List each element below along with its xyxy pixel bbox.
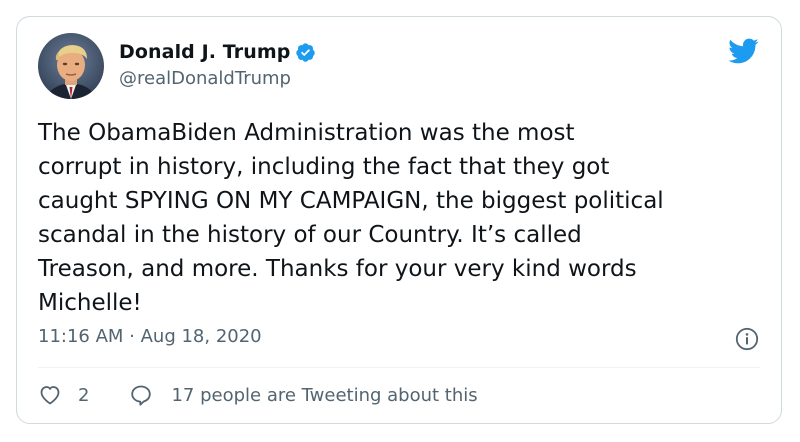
author-display-name[interactable]: Donald J. Trump (119, 41, 290, 63)
info-icon[interactable] (735, 327, 759, 351)
author-handle[interactable]: @realDonaldTrump (119, 68, 291, 89)
tweet-text: The ObamaBiden Administration was the mo… (38, 120, 664, 316)
like-button[interactable]: 2 (38, 383, 89, 407)
tweeting-about-label: 17 people are Tweeting about this (171, 384, 478, 406)
heart-icon (40, 386, 60, 405)
avatar[interactable] (38, 33, 104, 99)
tweet-card[interactable]: Donald J. Trump @realDonaldTrump The Oba… (16, 16, 782, 424)
tweet-actions: 2 17 people are Tweeting about this (38, 383, 478, 407)
profile-photo-icon (38, 33, 104, 99)
verified-badge-icon (296, 42, 316, 62)
tweet-timestamp[interactable]: 11:16 AM · Aug 18, 2020 (38, 326, 262, 347)
like-count: 2 (78, 384, 90, 406)
author-name-row[interactable]: Donald J. Trump (119, 41, 316, 63)
divider (38, 367, 760, 368)
twitter-bird-icon[interactable] (727, 37, 759, 65)
tweeting-about-link[interactable]: 17 people are Tweeting about this (129, 383, 478, 407)
speech-bubble-icon (131, 385, 152, 406)
